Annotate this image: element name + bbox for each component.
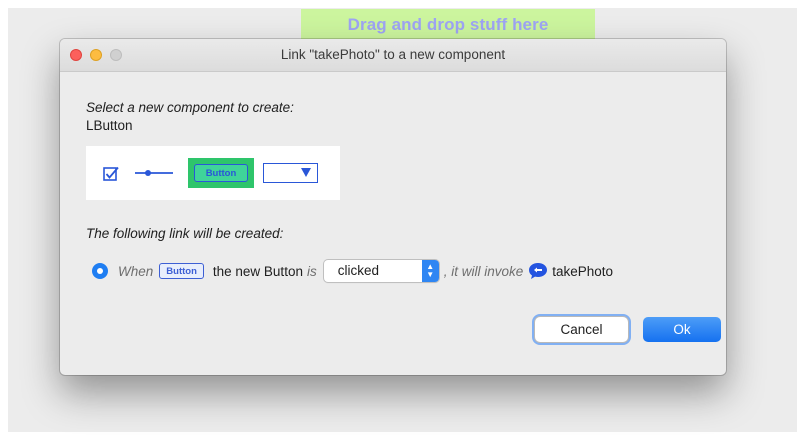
dropdown-arrow-icon — [301, 168, 311, 177]
title-bar[interactable]: Link "takePhoto" to a new component — [60, 39, 726, 72]
ok-button[interactable]: Ok — [643, 317, 721, 342]
when-label: When — [118, 263, 154, 279]
cancel-button[interactable]: Cancel — [535, 317, 628, 342]
chevron-updown-icon: ▲ ▼ — [421, 260, 439, 282]
dialog-title: Link "takePhoto" to a new component — [280, 47, 506, 62]
link-dialog: Link "takePhoto" to a new component Sele… — [60, 39, 726, 375]
is-label: is — [306, 263, 317, 279]
speech-bubble-icon — [529, 263, 548, 279]
select-component-label: Select a new component to create: — [86, 100, 294, 115]
link-row: When Button the new Button is clicked ▲ ▼… — [92, 258, 613, 284]
event-select[interactable]: clicked ▲ ▼ — [323, 260, 439, 282]
slider-icon[interactable] — [134, 165, 174, 181]
following-link-label: The following link will be created: — [86, 226, 284, 241]
button-badge: Button — [159, 263, 204, 279]
invoke-label: , it will invoke — [443, 263, 524, 279]
button-icon: Button — [194, 164, 248, 182]
checkbox-icon[interactable] — [103, 166, 119, 182]
selected-component-name: LButton — [86, 118, 133, 133]
event-select-value: clicked — [337, 263, 379, 278]
drop-zone-banner[interactable]: Drag and drop stuff here — [301, 9, 595, 41]
component-palette: Button — [86, 146, 340, 200]
button-component-option[interactable]: Button — [188, 158, 254, 188]
link-radio-button[interactable] — [92, 263, 108, 279]
dropdown-icon[interactable] — [263, 163, 318, 183]
link-subject: the new Button — [212, 263, 303, 279]
invoke-target: takePhoto — [552, 263, 614, 279]
